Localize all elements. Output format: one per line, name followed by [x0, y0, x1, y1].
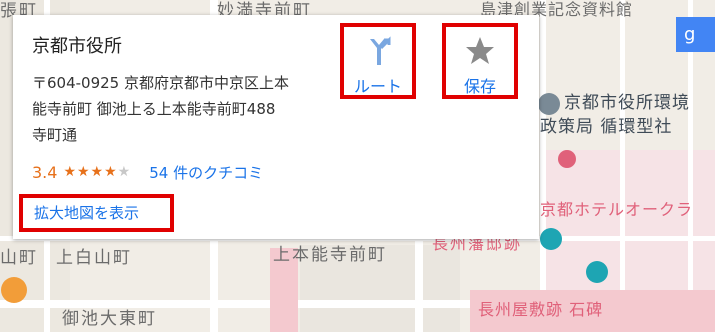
rating-value: 3.4: [32, 162, 58, 182]
address-line: 〒604-0925 京都府京都市中京区上本: [32, 74, 289, 92]
reviews-link[interactable]: 54 件のクチコミ: [149, 162, 263, 183]
map-label: 上白山町: [56, 248, 132, 268]
landmark-marker-icon: [540, 228, 562, 250]
view-larger-map-link[interactable]: 拡大地図を表示: [19, 194, 174, 232]
rating-row: 3.4 ★★★★★ 54 件のクチコミ: [32, 160, 263, 184]
rating-stars-icon: ★★★★★: [63, 164, 131, 180]
place-info-card: 京都市役所 〒604-0925 京都府京都市中京区上本 能寺前町 御池上る上本能…: [13, 15, 539, 239]
map-label: 山町: [0, 248, 38, 268]
map-label: 御池大東町: [62, 309, 157, 329]
place-address: 〒604-0925 京都府京都市中京区上本 能寺前町 御池上る上本能寺前町488…: [32, 70, 332, 148]
address-line: 能寺前町 御池上る上本能寺前町488: [32, 100, 276, 118]
directions-button[interactable]: ルート: [340, 23, 416, 99]
save-button[interactable]: 保存: [442, 23, 518, 99]
save-label: 保存: [463, 77, 496, 96]
map-label: 上本能寺前町: [273, 245, 387, 265]
address-line: 寺町通: [32, 126, 78, 144]
directions-icon: [344, 33, 412, 69]
place-title: 京都市役所: [32, 36, 122, 57]
view-larger-map-label: 拡大地図を表示: [34, 204, 140, 222]
map-label: 京都ホテルオークラ: [540, 200, 694, 219]
map-label: 長州屋敷跡 石碑: [478, 300, 604, 319]
filled-stars: ★★★★: [63, 164, 118, 180]
map-label: 京都市役所環境: [564, 93, 690, 113]
cafe-marker-icon: [1, 277, 27, 303]
star-icon: [446, 33, 514, 69]
google-g-icon: g: [684, 24, 696, 45]
landmark-marker-icon: [586, 261, 608, 283]
map-label: 政策局 循環型社: [540, 117, 673, 137]
google-search-button[interactable]: g: [676, 17, 715, 52]
hotel-marker-icon: [558, 150, 576, 168]
directions-label: ルート: [353, 77, 402, 96]
empty-star: ★: [117, 164, 132, 180]
